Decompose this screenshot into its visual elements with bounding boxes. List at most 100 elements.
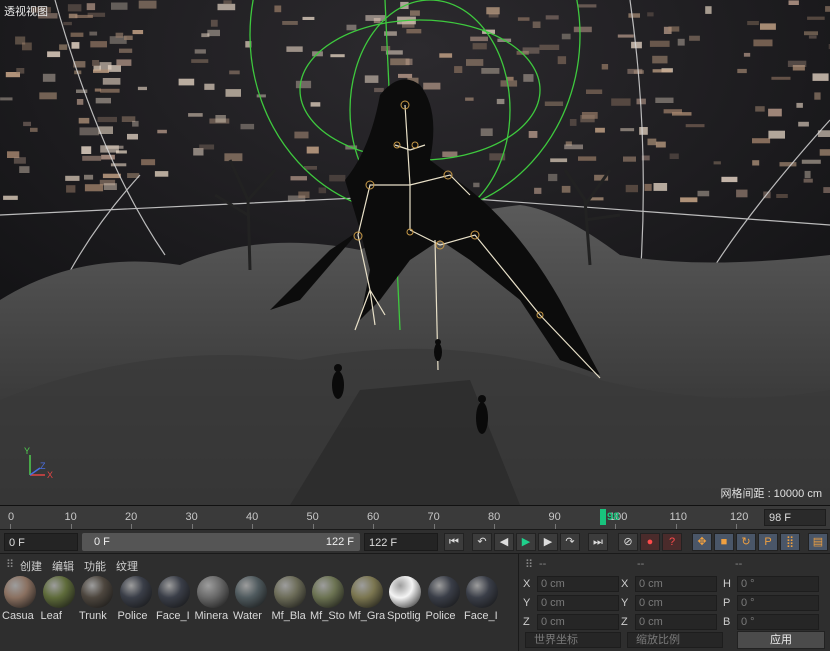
coord-value-field[interactable]: 0 cm [537, 614, 619, 630]
coord-value-field[interactable]: 0 cm [537, 595, 619, 611]
previous-key-button[interactable]: ↶ [472, 533, 492, 551]
material-swatch[interactable]: Police [426, 576, 462, 624]
axis-z-label: Z [40, 461, 46, 471]
material-swatch[interactable]: Mf_Bla [272, 576, 308, 624]
rotate-key-icon[interactable]: ↻ [736, 533, 756, 551]
playhead[interactable] [600, 509, 606, 525]
coord-value-field[interactable]: 0 cm [635, 614, 717, 630]
play-button[interactable]: ▶ [516, 533, 536, 551]
material-preview-icon [235, 576, 267, 608]
record-keys-button[interactable]: ⊘ [618, 533, 638, 551]
material-label: Trunk [79, 610, 107, 622]
coord-axis-label: Z [523, 616, 530, 628]
material-preview-icon [466, 576, 498, 608]
grid-spacing-label: 网格间距 : 10000 cm [720, 488, 822, 500]
timeline-tick-label: 110 [669, 511, 688, 523]
autokey-button[interactable]: ● [640, 533, 660, 551]
material-swatch[interactable]: Casua [2, 576, 38, 624]
perspective-viewport[interactable]: 透视视图 Y X Z 网格间距 : 10000 cm [0, 0, 830, 505]
material-label: Police [425, 610, 456, 622]
coord-value-field[interactable]: 0 cm [635, 595, 717, 611]
transport-bar: 0 F 0 F 122 F 122 F ⏮ ↶ ◀ ▶ ▶ ↷ ⏭ ⊘ ● ? … [0, 529, 830, 554]
axis-y-label: Y [24, 446, 31, 456]
menu-create[interactable]: 创建 [20, 558, 42, 574]
material-swatch[interactable]: Face_I [156, 576, 192, 624]
coord-axis-label: P [723, 597, 731, 609]
coordinates-panel: ⠿ -- -- -- X0 cm X 0 cm H 0 ° Y 0 cm Y 0 cm P 0 ° Z… [518, 554, 830, 651]
timeline-tick-label: 0 [8, 511, 15, 523]
range-end: 122 F [325, 536, 354, 548]
timeline-tick-label: 50 [306, 511, 319, 523]
menu-texture[interactable]: 纹理 [116, 558, 138, 574]
previous-frame-button[interactable]: ◀ [494, 533, 514, 551]
playhead-frame-label: 98 [607, 511, 620, 523]
film-icon[interactable]: ▤ [808, 533, 828, 551]
coord-axis-label: X [523, 578, 531, 590]
material-label: Minera [194, 610, 229, 622]
go-to-start-button[interactable]: ⏮ [444, 533, 464, 551]
current-frame-field[interactable]: 98 F [764, 509, 826, 526]
material-preview-icon [81, 576, 113, 608]
material-swatch[interactable]: Spotlig [387, 576, 423, 624]
next-key-button[interactable]: ↷ [560, 533, 580, 551]
material-preview-icon [273, 576, 306, 608]
scale-key-icon[interactable]: ■ [714, 533, 734, 551]
apply-button[interactable]: 应用 [737, 631, 825, 649]
material-swatch[interactable]: Mf_Gra [349, 576, 385, 624]
coord-axis-label: Y [523, 597, 531, 609]
min-frame-field[interactable]: 0 F [4, 533, 78, 551]
menu-function[interactable]: 功能 [84, 558, 106, 574]
coord-axis-label: Y [621, 597, 629, 609]
material-label: Casua [2, 610, 34, 622]
material-swatch[interactable]: Police [118, 576, 154, 624]
material-swatch[interactable]: Minera [195, 576, 231, 624]
param-key-icon[interactable]: P [758, 533, 778, 551]
timeline-tick-label: 120 [730, 511, 749, 523]
max-frame-field[interactable]: 122 F [364, 533, 438, 551]
coord-value-field[interactable]: 0 ° [737, 595, 819, 611]
timeline-tick-label: 90 [548, 511, 561, 523]
material-swatch[interactable]: Mf_Sto [310, 576, 346, 624]
coord-value-field[interactable]: 0 ° [737, 614, 819, 630]
material-swatch[interactable]: Trunk [79, 576, 115, 624]
material-preview-icon [312, 576, 344, 608]
material-preview-icon [196, 576, 229, 608]
coordinate-mode-dropdown[interactable]: 世界坐标 [525, 632, 621, 648]
coord-value-field[interactable]: 0 cm [537, 576, 619, 592]
timeline-tick-label: 30 [185, 511, 198, 523]
next-frame-button[interactable]: ▶ [538, 533, 558, 551]
material-label: Police [117, 610, 148, 622]
material-label: Face_I [156, 610, 190, 622]
coord-header-rotation: -- [735, 558, 743, 570]
timeline-tick-label: 80 [488, 511, 501, 523]
material-preview-icon [350, 576, 383, 608]
scale-mode-dropdown[interactable]: 缩放比例 [627, 632, 723, 648]
keyframe-selection-button[interactable]: ? [662, 533, 682, 551]
material-preview-icon [158, 576, 190, 608]
material-preview-icon [389, 576, 421, 608]
range-start: 0 F [94, 536, 110, 548]
material-swatch[interactable]: Water [233, 576, 269, 624]
coord-axis-label: X [621, 578, 629, 590]
material-menu-bar: ⠿ 创建 编辑 功能 纹理 [0, 554, 518, 574]
go-to-end-button[interactable]: ⏭ [588, 533, 608, 551]
coord-value-field[interactable]: 0 ° [737, 576, 819, 592]
timeline-ruler[interactable]: 0 10 20 30 40 50 60 70 80 90 100 110 120 98 98 F [0, 505, 830, 530]
scene-render [0, 0, 830, 505]
point-level-icon[interactable]: ⣿ [780, 533, 800, 551]
move-key-icon[interactable]: ✥ [692, 533, 712, 551]
material-swatch[interactable]: Face_I [464, 576, 500, 624]
coord-header-size: -- [637, 558, 645, 570]
menu-edit[interactable]: 编辑 [52, 558, 74, 574]
axis-x-label: X [47, 470, 54, 480]
grip-icon: ⠿ [6, 559, 15, 571]
coord-value-field[interactable]: 0 cm [635, 576, 717, 592]
timeline-tick-label: 10 [64, 511, 77, 523]
material-label: Mf_Bla [271, 610, 306, 622]
material-swatch[interactable]: Leaf [41, 576, 77, 624]
material-preview-icon [119, 576, 152, 608]
material-label: Face_I [464, 610, 498, 622]
preview-range-slider[interactable]: 0 F 122 F [82, 533, 360, 551]
material-label: Mf_Sto [310, 610, 345, 622]
coord-axis-label: H [723, 578, 731, 590]
